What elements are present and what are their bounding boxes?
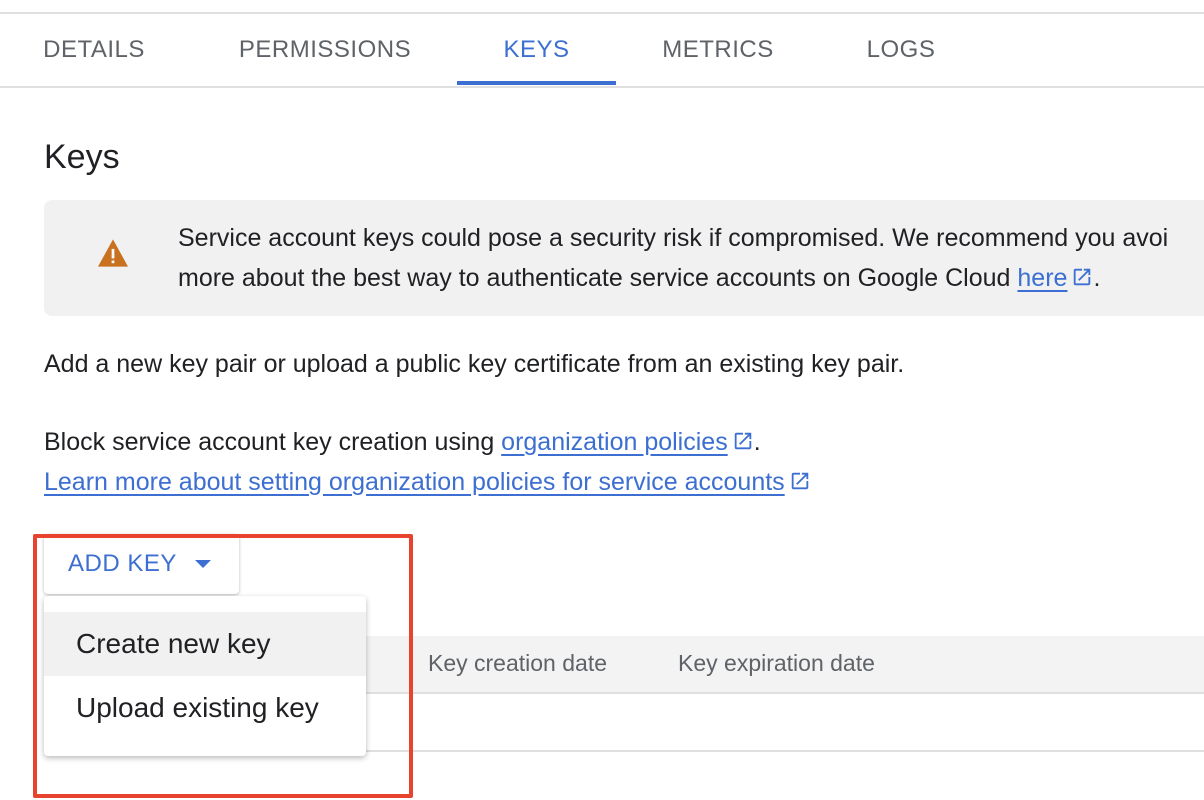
keys-intro-text: Add a new key pair or upload a public ke… bbox=[44, 350, 905, 378]
policy-prefix: Block service account key creation using bbox=[44, 428, 502, 456]
column-key-expiration-date[interactable]: Key expiration date bbox=[678, 650, 875, 677]
add-key-label: ADD KEY bbox=[68, 550, 177, 577]
tab-permissions[interactable]: PERMISSIONS bbox=[239, 14, 411, 86]
tab-logs[interactable]: LOGS bbox=[866, 14, 936, 86]
open-in-new-icon[interactable] bbox=[789, 470, 811, 492]
tab-metrics[interactable]: METRICS bbox=[662, 14, 774, 86]
security-warning-text: Service account keys could pose a securi… bbox=[178, 218, 1204, 298]
policy-suffix: . bbox=[753, 428, 761, 456]
learn-more-line: Learn more about setting organization po… bbox=[44, 462, 811, 502]
add-key-menu: Create new key Upload existing key bbox=[44, 596, 366, 756]
learn-more-link[interactable]: Learn more about setting organization po… bbox=[44, 468, 785, 496]
here-link[interactable]: here bbox=[1017, 264, 1067, 292]
warning-line-2: more about the best way to authenticate … bbox=[178, 258, 1204, 298]
add-key-button[interactable]: ADD KEY bbox=[44, 534, 239, 594]
tab-details[interactable]: DETAILS bbox=[43, 14, 144, 86]
open-in-new-icon[interactable] bbox=[1071, 266, 1093, 288]
tab-keys[interactable]: KEYS bbox=[457, 14, 616, 86]
tab-bar: DETAILS PERMISSIONS KEYS METRICS LOGS bbox=[0, 14, 1204, 86]
warning-icon bbox=[98, 239, 128, 267]
service-account-keys-page: DETAILS PERMISSIONS KEYS METRICS LOGS Ke… bbox=[0, 0, 1204, 800]
policy-line: Block service account key creation using… bbox=[44, 422, 811, 462]
tabs-divider bbox=[0, 86, 1204, 88]
policy-text: Block service account key creation using… bbox=[44, 422, 811, 502]
column-key-creation-date[interactable]: Key creation date bbox=[428, 650, 607, 677]
active-tab-indicator bbox=[457, 81, 616, 85]
warning-line-2-suffix: . bbox=[1093, 264, 1101, 292]
arrow-drop-down-icon bbox=[194, 560, 211, 568]
open-in-new-icon[interactable] bbox=[732, 430, 754, 452]
menu-item-upload-existing-key[interactable]: Upload existing key bbox=[44, 676, 366, 740]
warning-line-1: Service account keys could pose a securi… bbox=[178, 224, 1169, 252]
page-title: Keys bbox=[44, 138, 120, 176]
organization-policies-link[interactable]: organization policies bbox=[501, 428, 728, 456]
warning-line-2-text: more about the best way to authenticate … bbox=[178, 264, 1018, 292]
menu-item-create-new-key[interactable]: Create new key bbox=[44, 612, 366, 676]
